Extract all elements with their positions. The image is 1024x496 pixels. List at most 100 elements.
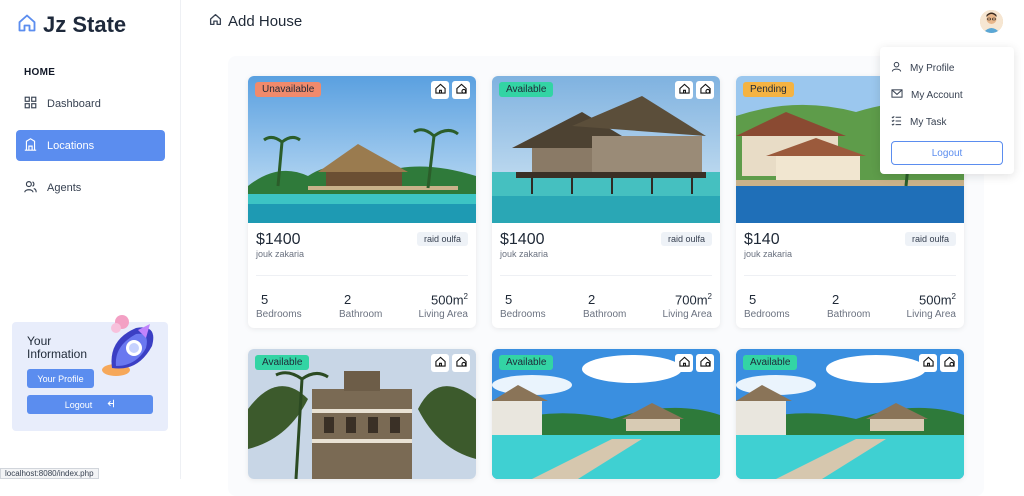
sidebar-logout-button[interactable]: Logout — [27, 395, 153, 414]
delete-house-button[interactable] — [452, 81, 470, 99]
users-icon — [24, 180, 37, 196]
house-edit-icon — [922, 354, 934, 372]
area-unit-sup: 2 — [463, 292, 468, 301]
house-card[interactable]: Available $1400 jouk zakaria raid oulfa … — [492, 76, 720, 328]
bathroom-count: 2 — [832, 292, 840, 307]
living-area: 500m2 — [919, 292, 956, 307]
house-card[interactable]: Available — [492, 349, 720, 479]
house-edit-icon — [678, 81, 690, 99]
house-remove-icon — [455, 354, 467, 372]
bathroom-label: Bathroom — [339, 309, 383, 320]
house-remove-icon — [455, 81, 467, 99]
house-remove-icon — [699, 354, 711, 372]
home-icon — [17, 13, 37, 38]
menu-item-my-profile[interactable]: My Profile — [891, 61, 954, 75]
agent-tag: raid oulfa — [660, 232, 712, 246]
agent-tag: raid oulfa — [416, 232, 468, 246]
house-remove-icon — [699, 81, 711, 99]
user-dropdown-menu: My Profile My Account My Task Logout — [880, 47, 1014, 174]
edit-house-button[interactable] — [431, 81, 449, 99]
menu-item-my-account[interactable]: My Account — [891, 88, 963, 102]
sidebar-item-agents[interactable]: Agents — [16, 172, 165, 203]
edit-house-button[interactable] — [675, 354, 693, 372]
bedrooms-count: 5 — [505, 292, 513, 307]
nav-heading: HOME — [24, 67, 56, 78]
status-badge: Available — [255, 355, 310, 370]
agent-tag: raid oulfa — [904, 232, 956, 246]
page-title: Add House — [228, 13, 303, 30]
avatar[interactable] — [980, 10, 1003, 33]
edit-house-button[interactable] — [919, 354, 937, 372]
bathroom-label: Bathroom — [827, 309, 871, 320]
bedrooms-count: 5 — [261, 292, 269, 307]
bathroom-count: 2 — [344, 292, 352, 307]
owner-name: jouk zakaria — [500, 249, 549, 259]
owner-name: jouk zakaria — [744, 249, 793, 259]
sidebar-item-dashboard[interactable]: Dashboard — [16, 88, 165, 119]
add-house-link[interactable]: Add House — [209, 13, 302, 30]
status-badge: Unavailable — [255, 82, 322, 97]
price: $140 — [744, 231, 780, 248]
area-value: 700m — [675, 292, 708, 308]
sidebar-item-label: Agents — [47, 181, 82, 194]
house-card[interactable]: Unavailable $1400 jouk zakaria raid oulf… — [248, 76, 476, 328]
sidebar-item-label: Dashboard — [47, 97, 101, 110]
dropdown-logout-button[interactable]: Logout — [891, 141, 1003, 165]
bathroom-count: 2 — [588, 292, 596, 307]
user-icon — [891, 61, 902, 75]
browser-status-bar: localhost:8080/index.php — [0, 468, 99, 479]
sidebar: Jz State HOME Dashboard Locations Agents — [0, 0, 181, 479]
living-area-label: Living Area — [418, 309, 468, 320]
card-actions — [431, 81, 470, 99]
building-icon — [24, 137, 37, 154]
price: $1400 — [256, 231, 301, 248]
living-area: 700m2 — [675, 292, 712, 307]
price: $1400 — [500, 231, 545, 248]
area-unit-sup: 2 — [707, 292, 712, 301]
status-badge: Available — [499, 355, 554, 370]
edit-house-button[interactable] — [675, 81, 693, 99]
house-edit-icon — [678, 354, 690, 372]
house-edit-icon — [434, 354, 446, 372]
delete-house-button[interactable] — [696, 81, 714, 99]
delete-house-button[interactable] — [940, 354, 958, 372]
area-value: 500m — [431, 292, 464, 308]
menu-item-my-task[interactable]: My Task — [891, 115, 947, 129]
bedrooms-count: 5 — [749, 292, 757, 307]
divider — [500, 275, 712, 276]
list-icon — [891, 115, 902, 129]
living-area-label: Living Area — [906, 309, 956, 320]
info-card: Your Information Your Profile Logout — [12, 315, 168, 431]
edit-house-button[interactable] — [431, 354, 449, 372]
brand-title: Jz State — [43, 12, 127, 37]
sidebar-item-locations[interactable]: Locations — [16, 130, 165, 161]
status-badge: Available — [743, 355, 798, 370]
bedrooms-label: Bedrooms — [256, 309, 302, 320]
living-area-label: Living Area — [662, 309, 712, 320]
status-badge: Available — [499, 82, 554, 97]
living-area: 500m2 — [431, 292, 468, 307]
mail-icon — [891, 88, 903, 102]
your-profile-button[interactable]: Your Profile — [27, 369, 94, 388]
bedrooms-label: Bedrooms — [744, 309, 790, 320]
bedrooms-label: Bedrooms — [500, 309, 546, 320]
owner-name: jouk zakaria — [256, 249, 305, 259]
menu-item-label: My Account — [911, 89, 963, 101]
delete-house-button[interactable] — [452, 354, 470, 372]
brand[interactable]: Jz State — [17, 12, 126, 38]
area-unit-sup: 2 — [951, 292, 956, 301]
card-actions — [431, 354, 470, 372]
house-card[interactable]: Available — [736, 349, 964, 479]
house-remove-icon — [943, 354, 955, 372]
menu-item-label: My Task — [910, 116, 947, 128]
grid-icon — [24, 96, 37, 112]
divider — [256, 275, 468, 276]
delete-house-button[interactable] — [696, 354, 714, 372]
card-actions — [675, 81, 714, 99]
logout-label: Logout — [64, 399, 93, 410]
menu-item-label: My Profile — [910, 62, 955, 74]
logout-icon — [106, 399, 115, 410]
house-card[interactable]: Available — [248, 349, 476, 479]
card-actions — [675, 354, 714, 372]
info-title: Your Information — [27, 334, 88, 361]
